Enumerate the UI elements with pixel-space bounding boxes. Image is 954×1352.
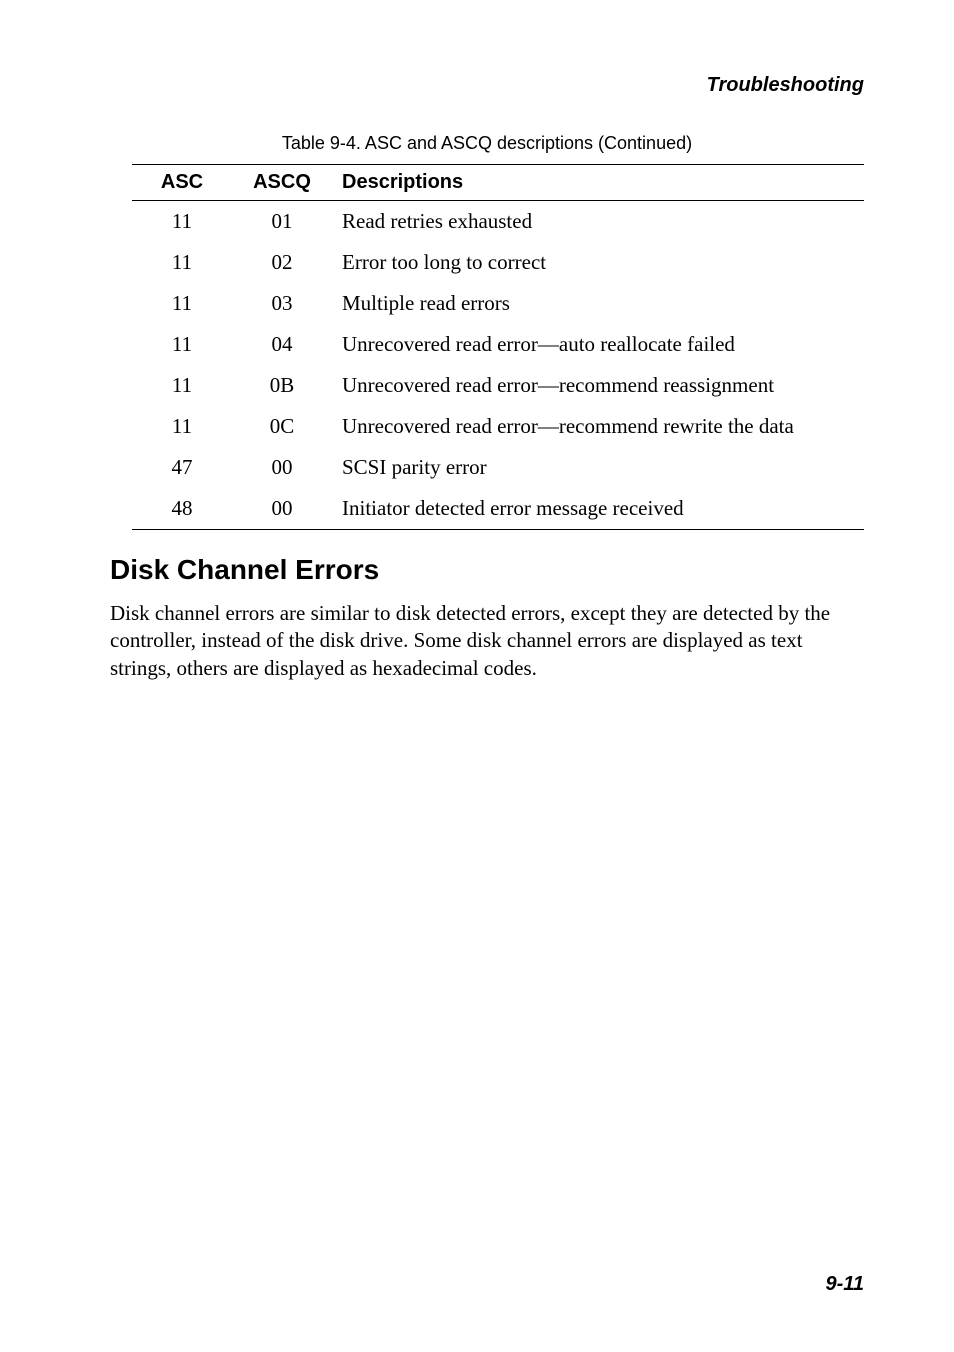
table-row: 11 03 Multiple read errors (132, 283, 864, 324)
asc-ascq-table: ASC ASCQ Descriptions 11 01 Read retries… (132, 164, 864, 530)
cell-asc: 11 (132, 365, 232, 406)
cell-desc: Read retries exhausted (332, 201, 864, 243)
table-header-ascq: ASCQ (232, 165, 332, 201)
table-row: 11 02 Error too long to correct (132, 242, 864, 283)
cell-ascq: 00 (232, 447, 332, 488)
table-header-asc: ASC (132, 165, 232, 201)
cell-desc: Unrecovered read error—recommend reassig… (332, 365, 864, 406)
cell-desc: Initiator detected error message receive… (332, 488, 864, 530)
cell-ascq: 03 (232, 283, 332, 324)
cell-ascq: 0C (232, 406, 332, 447)
table-row: 11 0C Unrecovered read error—recommend r… (132, 406, 864, 447)
table-row: 11 01 Read retries exhausted (132, 201, 864, 243)
page-number: 9-11 (825, 1273, 864, 1296)
cell-asc: 11 (132, 283, 232, 324)
cell-asc: 11 (132, 324, 232, 365)
table-row: 11 0B Unrecovered read error—recommend r… (132, 365, 864, 406)
cell-ascq: 02 (232, 242, 332, 283)
cell-asc: 47 (132, 447, 232, 488)
section-heading: Disk Channel Errors (110, 554, 864, 586)
section-body: Disk channel errors are similar to disk … (110, 600, 864, 682)
cell-asc: 11 (132, 406, 232, 447)
table-row: 47 00 SCSI parity error (132, 447, 864, 488)
cell-ascq: 0B (232, 365, 332, 406)
table-row: 11 04 Unrecovered read error—auto reallo… (132, 324, 864, 365)
cell-desc: SCSI parity error (332, 447, 864, 488)
cell-asc: 11 (132, 242, 232, 283)
cell-desc: Error too long to correct (332, 242, 864, 283)
cell-ascq: 01 (232, 201, 332, 243)
cell-desc: Multiple read errors (332, 283, 864, 324)
cell-ascq: 04 (232, 324, 332, 365)
cell-asc: 11 (132, 201, 232, 243)
table-header-row: ASC ASCQ Descriptions (132, 165, 864, 201)
table-caption: Table 9-4. ASC and ASCQ descriptions (Co… (110, 133, 864, 154)
cell-desc: Unrecovered read error—recommend rewrite… (332, 406, 864, 447)
table-row: 48 00 Initiator detected error message r… (132, 488, 864, 530)
cell-asc: 48 (132, 488, 232, 530)
cell-ascq: 00 (232, 488, 332, 530)
cell-desc: Unrecovered read error—auto reallocate f… (332, 324, 864, 365)
table-header-descriptions: Descriptions (332, 165, 864, 201)
running-head: Troubleshooting (110, 74, 864, 97)
